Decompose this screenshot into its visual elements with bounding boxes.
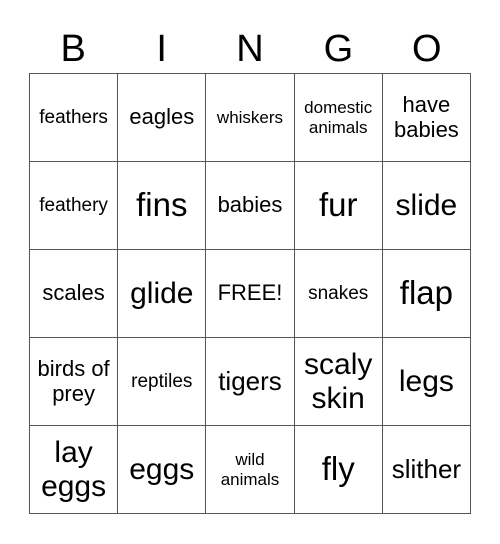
- bingo-cell[interactable]: reptiles: [118, 338, 207, 426]
- bingo-cell[interactable]: birds of prey: [30, 338, 119, 426]
- bingo-cell[interactable]: wild animals: [206, 426, 295, 514]
- free-space[interactable]: FREE!: [206, 250, 295, 338]
- header-letter-i: I: [156, 28, 167, 70]
- bingo-cell[interactable]: have babies: [382, 74, 471, 162]
- bingo-cell[interactable]: slide: [382, 162, 471, 250]
- bingo-cell[interactable]: feathery: [30, 162, 119, 250]
- bingo-cell[interactable]: scaly skin: [294, 338, 383, 426]
- bingo-cell[interactable]: eagles: [118, 74, 207, 162]
- bingo-cell[interactable]: glide: [118, 250, 207, 338]
- bingo-grid: feathers eagles whiskers domestic animal…: [29, 73, 471, 514]
- header-letter-o: O: [412, 28, 442, 70]
- header-letter-b: B: [60, 28, 86, 70]
- bingo-cell[interactable]: domestic animals: [294, 74, 383, 162]
- bingo-cell[interactable]: scales: [30, 250, 119, 338]
- bingo-cell[interactable]: feathers: [30, 74, 119, 162]
- bingo-cell[interactable]: tigers: [206, 338, 295, 426]
- bingo-cell[interactable]: snakes: [294, 250, 383, 338]
- header-letter-g: G: [323, 28, 354, 70]
- bingo-header: B I N G O: [29, 26, 471, 72]
- bingo-cell[interactable]: babies: [206, 162, 295, 250]
- bingo-cell[interactable]: fly: [294, 426, 383, 514]
- bingo-cell[interactable]: flap: [382, 250, 471, 338]
- bingo-cell[interactable]: fins: [118, 162, 207, 250]
- bingo-cell[interactable]: lay eggs: [30, 426, 119, 514]
- bingo-cell[interactable]: whiskers: [206, 74, 295, 162]
- header-letter-n: N: [236, 28, 264, 70]
- bingo-cell[interactable]: fur: [294, 162, 383, 250]
- bingo-cell[interactable]: eggs: [118, 426, 207, 514]
- bingo-cell[interactable]: legs: [382, 338, 471, 426]
- bingo-cell[interactable]: slither: [382, 426, 471, 514]
